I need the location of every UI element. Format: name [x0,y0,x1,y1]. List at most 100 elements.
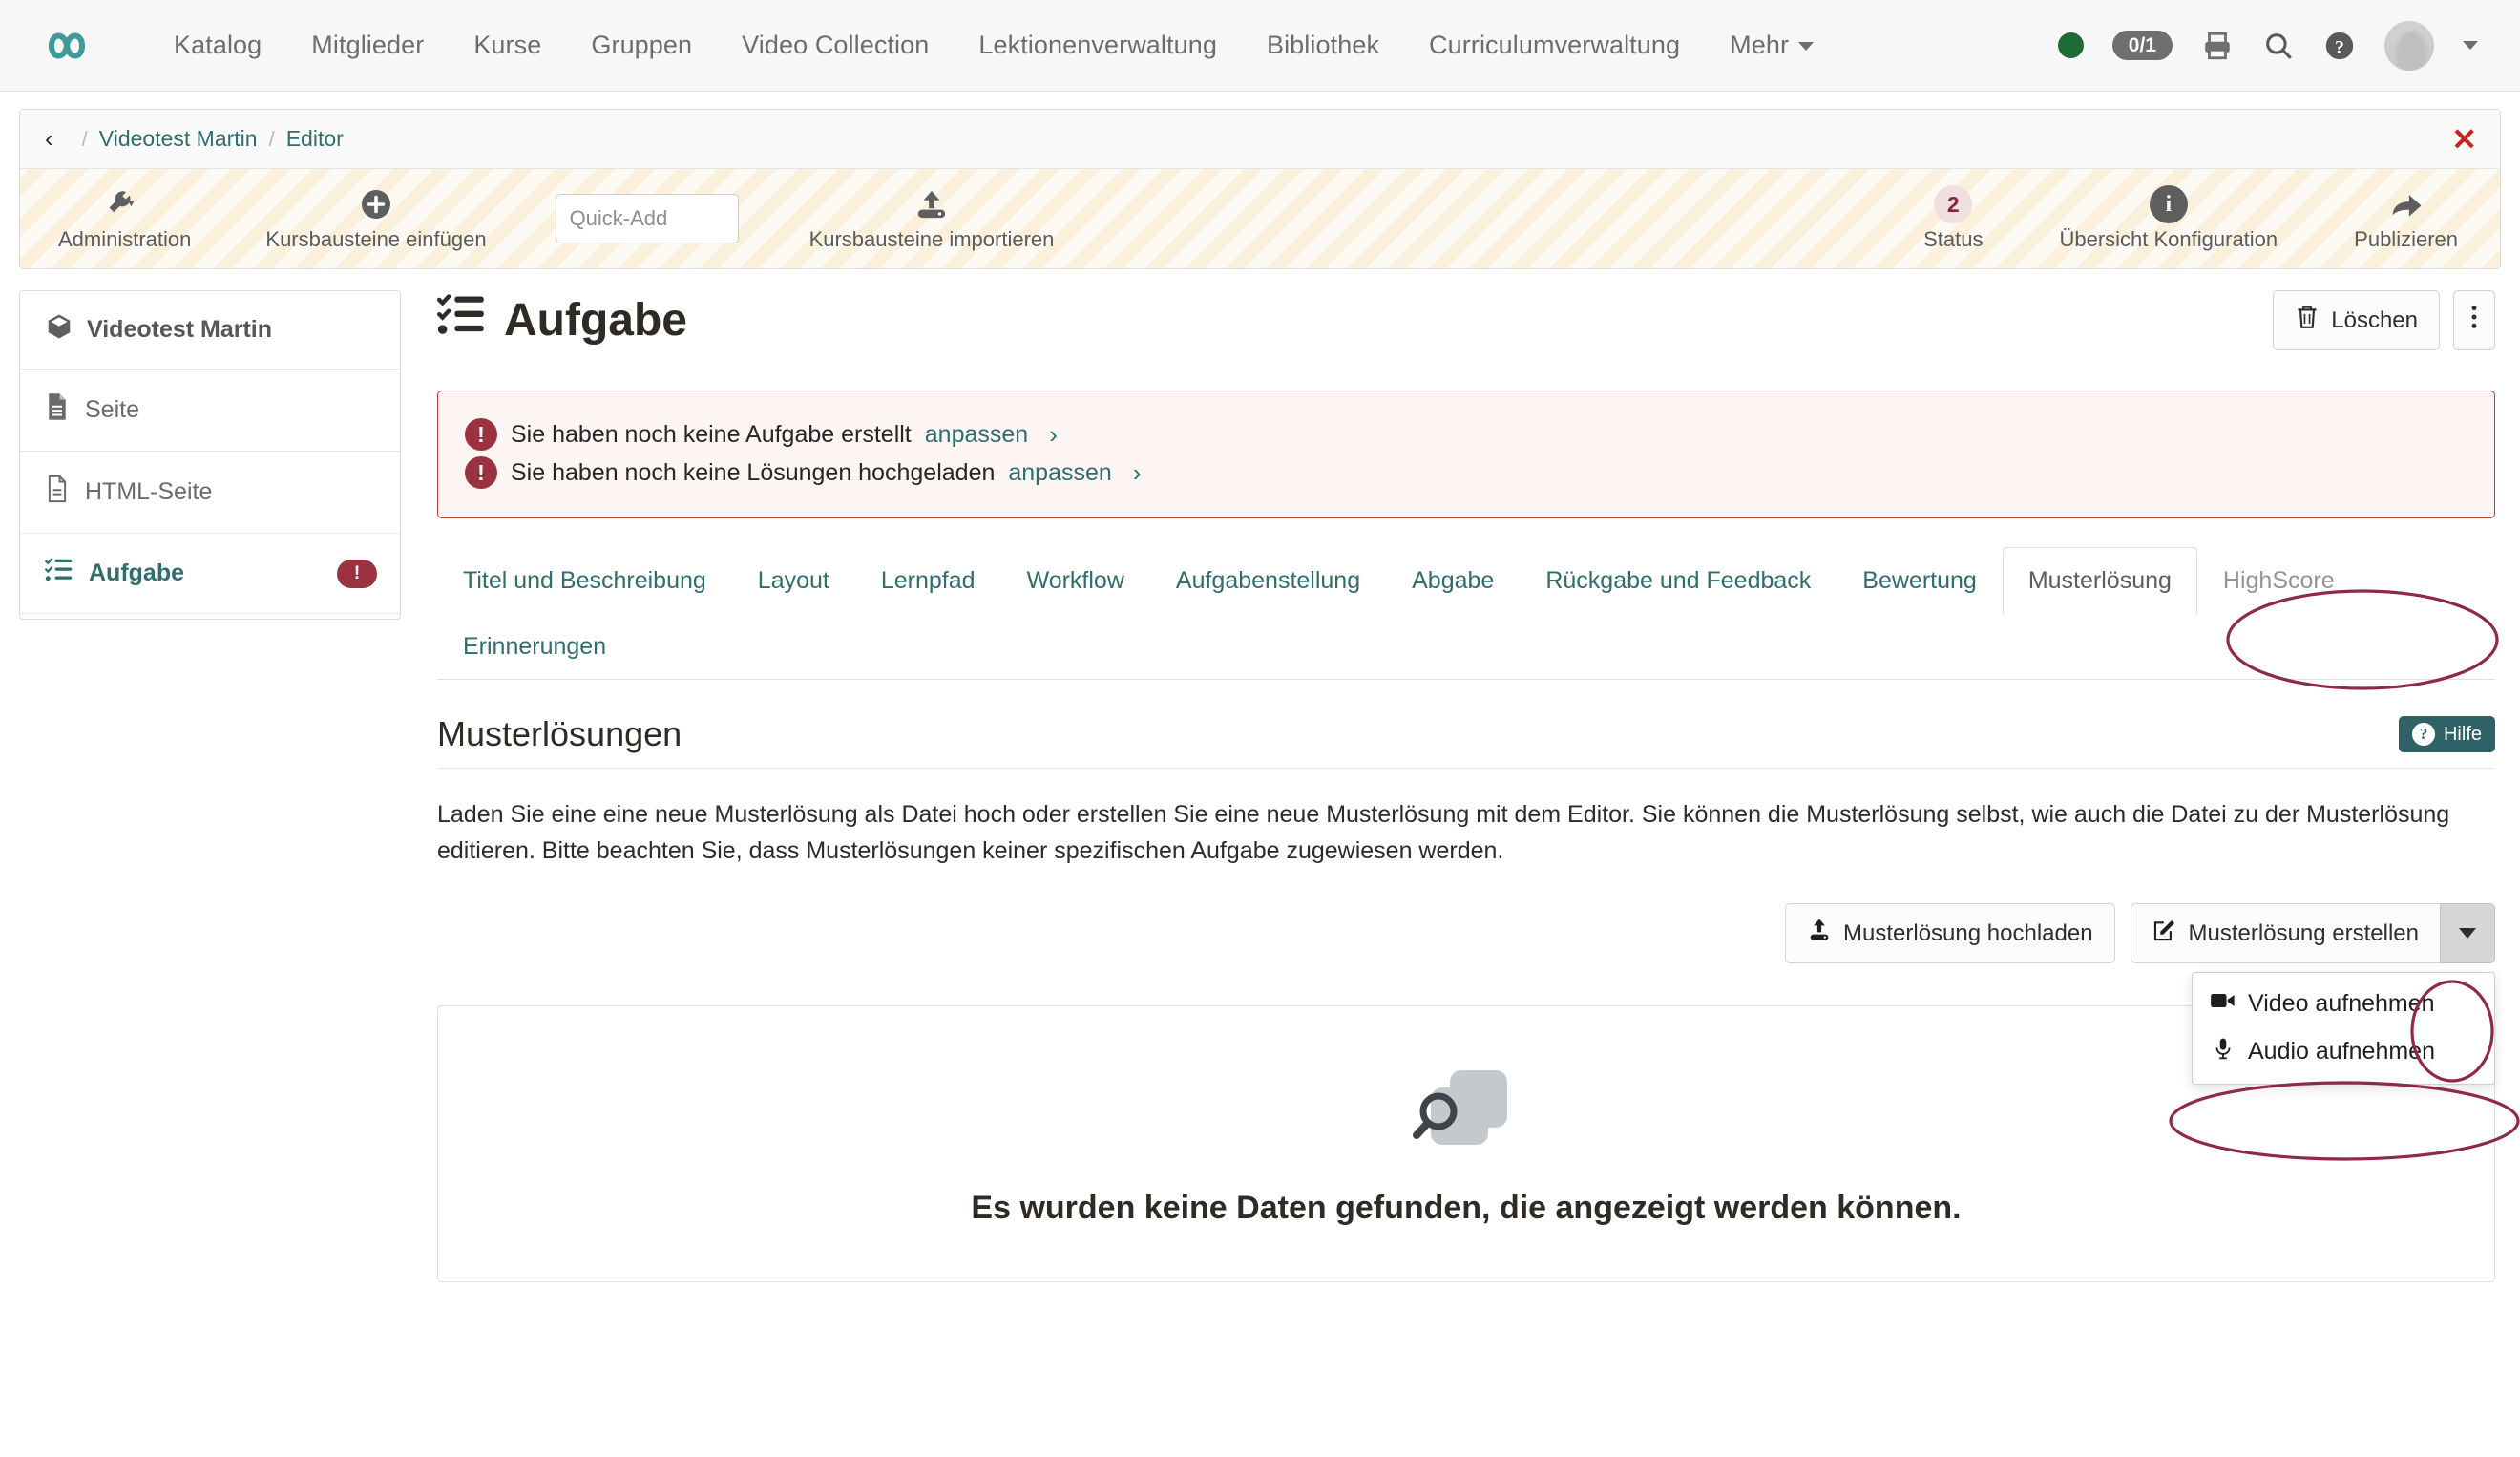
empty-state-panel: Es wurden keine Daten gefunden, die ange… [437,1005,2495,1282]
primary-nav-links: Katalog Mitglieder Kurse Gruppen Video C… [149,31,2058,60]
nav-gruppen[interactable]: Gruppen [566,31,717,60]
question-mark-icon: ? [2412,723,2435,746]
toolbar-insert-building-blocks[interactable]: Kursbausteine einfügen [248,185,503,252]
toolbar-config-overview-label: Übersicht Konfiguration [2059,227,2278,252]
tab-workflow[interactable]: Workflow [1001,547,1150,614]
toolbar-import-building-blocks[interactable]: Kursbausteine importieren [792,185,1072,252]
video-camera-icon [2210,990,2236,1018]
nav-video-collection[interactable]: Video Collection [717,31,954,60]
breadcrumb-item-editor[interactable]: Editor [286,126,344,152]
menu-item-video-aufnehmen[interactable]: Video aufnehmen [2193,981,2494,1027]
trash-icon [2295,304,2320,337]
breadcrumb: ‹ / Videotest Martin / Editor ✕ [20,110,2500,169]
no-data-search-icon [1404,1061,1528,1171]
breadcrumb-item-course[interactable]: Videotest Martin [99,126,258,152]
nav-kurse[interactable]: Kurse [449,31,566,60]
kebab-menu-icon [2469,304,2479,337]
tab-musterloesung[interactable]: Musterlösung [2003,547,2197,614]
alert-message-text: Sie haben noch keine Lösungen hochgelade… [511,459,995,487]
sidebar-filler [20,614,400,644]
top-navigation-bar: Katalog Mitglieder Kurse Gruppen Video C… [0,0,2520,92]
assessment-counter-badge[interactable]: 0/1 [2112,31,2173,60]
quick-add-input[interactable] [556,194,739,243]
toolbar-status[interactable]: 2 Status [1906,185,2000,252]
content-column: Aufgabe Löschen [401,290,2501,1282]
chevron-down-icon [2459,928,2476,939]
user-menu-chevron-down-icon[interactable] [2463,41,2478,50]
toolbar-publish-label: Publizieren [2354,227,2458,252]
sidebar-item-html-seite[interactable]: HTML-Seite [20,452,400,534]
tab-rueckgabe-und-feedback[interactable]: Rückgabe und Feedback [1520,547,1837,614]
toolbar-administration[interactable]: Administration [41,185,208,252]
breadcrumb-back-icon[interactable]: ‹ [45,124,53,154]
create-sample-solution-label: Musterlösung erstellen [2189,920,2419,947]
info-icon: i [2150,185,2188,223]
tab-bewertung[interactable]: Bewertung [1837,547,2003,614]
alert-adjust-link[interactable]: anpassen [1008,459,1111,487]
plus-circle-icon [359,185,393,223]
alert-adjust-link[interactable]: anpassen [925,421,1028,449]
sidebar-header-label: Videotest Martin [87,316,272,344]
create-sample-solution-button[interactable]: Musterlösung erstellen [2131,903,2440,963]
avatar[interactable] [2384,21,2434,71]
tab-aufgabenstellung[interactable]: Aufgabenstellung [1150,547,1386,614]
svg-text:?: ? [2335,36,2344,57]
sidebar-item-seite[interactable]: Seite [20,370,400,452]
alert-row: ! Sie haben noch keine Lösungen hochgela… [465,456,2468,489]
sidebar-item-aufgabe-label: Aufgabe [89,560,184,587]
sidebar-item-html-seite-label: HTML-Seite [85,478,212,506]
help-button-label: Hilfe [2444,724,2482,746]
breadcrumb-separator: / [269,127,275,152]
close-icon[interactable]: ✕ [2451,124,2477,155]
tab-lernpfad[interactable]: Lernpfad [855,547,1001,614]
menu-item-audio-aufnehmen[interactable]: Audio aufnehmen [2193,1027,2494,1076]
dropdown-caret-button[interactable] [2440,903,2495,963]
exclamation-icon: ! [465,418,497,451]
section-description: Laden Sie eine eine neue Musterlösung al… [437,797,2495,869]
chevron-right-icon[interactable]: › [1049,420,1058,450]
infinity-logo[interactable] [32,23,124,69]
tab-layout[interactable]: Layout [732,547,855,614]
sidebar-item-seite-label: Seite [85,396,139,424]
upload-sample-solution-label: Musterlösung hochladen [1843,920,2093,947]
toolbar-config-overview[interactable]: i Übersicht Konfiguration [2042,185,2295,252]
settings-tabs: Titel und Beschreibung Layout Lernpfad W… [437,547,2495,680]
help-button[interactable]: ? Hilfe [2399,716,2495,752]
nav-katalog[interactable]: Katalog [149,31,286,60]
cube-icon [45,312,74,348]
exclamation-icon: ! [465,456,497,489]
more-actions-button[interactable] [2453,290,2495,350]
upload-icon [914,185,950,223]
nav-mitglieder[interactable]: Mitglieder [286,31,449,60]
sidebar-item-aufgabe[interactable]: Aufgabe ! [20,534,400,614]
chevron-right-icon[interactable]: › [1133,458,1142,488]
tab-titel-und-beschreibung[interactable]: Titel und Beschreibung [437,547,732,614]
tab-abgabe[interactable]: Abgabe [1386,547,1520,614]
delete-button[interactable]: Löschen [2273,290,2440,350]
course-structure-sidebar: Videotest Martin Seite [19,290,401,620]
toolbar-publish[interactable]: Publizieren [2337,185,2475,252]
status-badge: ! [337,560,377,588]
section-actions: Musterlösung hochladen Musterlösung erst… [437,903,2495,963]
menu-item-audio-aufnehmen-label: Audio aufnehmen [2248,1038,2435,1066]
share-arrow-icon [2387,185,2426,223]
alert-message-text: Sie haben noch keine Aufgabe erstellt [511,421,912,449]
microphone-icon [2210,1037,2236,1066]
sidebar-header[interactable]: Videotest Martin [20,291,400,370]
validation-alert: ! Sie haben noch keine Aufgabe erstellt … [437,391,2495,518]
page-title-text: Aufgabe [504,294,687,347]
page-header: Aufgabe Löschen [437,290,2495,350]
pencil-square-icon [2152,917,2177,950]
help-icon[interactable]: ? [2323,30,2356,62]
upload-sample-solution-button[interactable]: Musterlösung hochladen [1785,903,2115,963]
nav-more[interactable]: Mehr [1705,31,1838,60]
toolbar-import-building-blocks-label: Kursbausteine importieren [809,227,1055,252]
tab-erinnerungen[interactable]: Erinnerungen [437,613,632,680]
nav-bibliothek[interactable]: Bibliothek [1242,31,1404,60]
task-list-icon [45,557,74,590]
nav-curriculumverwaltung[interactable]: Curriculumverwaltung [1404,31,1705,60]
print-icon[interactable] [2201,30,2234,62]
search-icon[interactable] [2262,30,2295,62]
nav-lektionenverwaltung[interactable]: Lektionenverwaltung [954,31,1242,60]
empty-state-message: Es wurden keine Daten gefunden, die ange… [971,1190,1961,1227]
